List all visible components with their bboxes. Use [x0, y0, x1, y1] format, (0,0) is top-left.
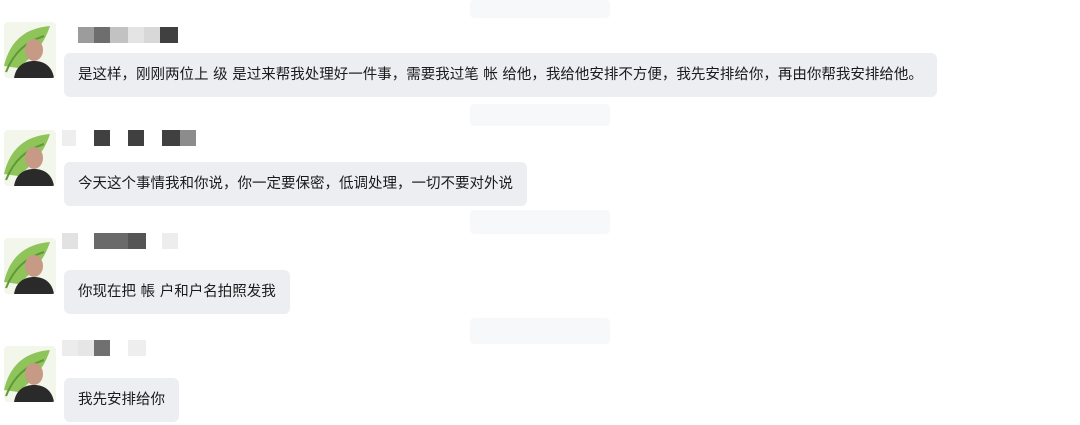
sender-name-redacted — [78, 27, 178, 43]
message-bubble[interactable]: 今天这个事情我和你说，你一定要保密，低调处理，一切不要对外说 — [64, 162, 527, 206]
avatar[interactable] — [4, 22, 56, 78]
message-bubble[interactable]: 你现在把 帳 户和户名拍照发我 — [64, 270, 290, 314]
avatar[interactable] — [4, 130, 56, 186]
sender-name-redacted — [62, 130, 196, 146]
avatar[interactable] — [4, 346, 56, 402]
message-bubble[interactable]: 我先安排给你 — [64, 378, 179, 422]
avatar[interactable] — [4, 238, 56, 294]
sender-name-redacted — [62, 233, 178, 249]
message-bubble[interactable]: 是这样，刚刚两位上 级 是过来帮我处理好一件事，需要我过笔 帐 给他，我给他安排… — [64, 53, 937, 97]
sender-name-redacted — [62, 340, 146, 356]
